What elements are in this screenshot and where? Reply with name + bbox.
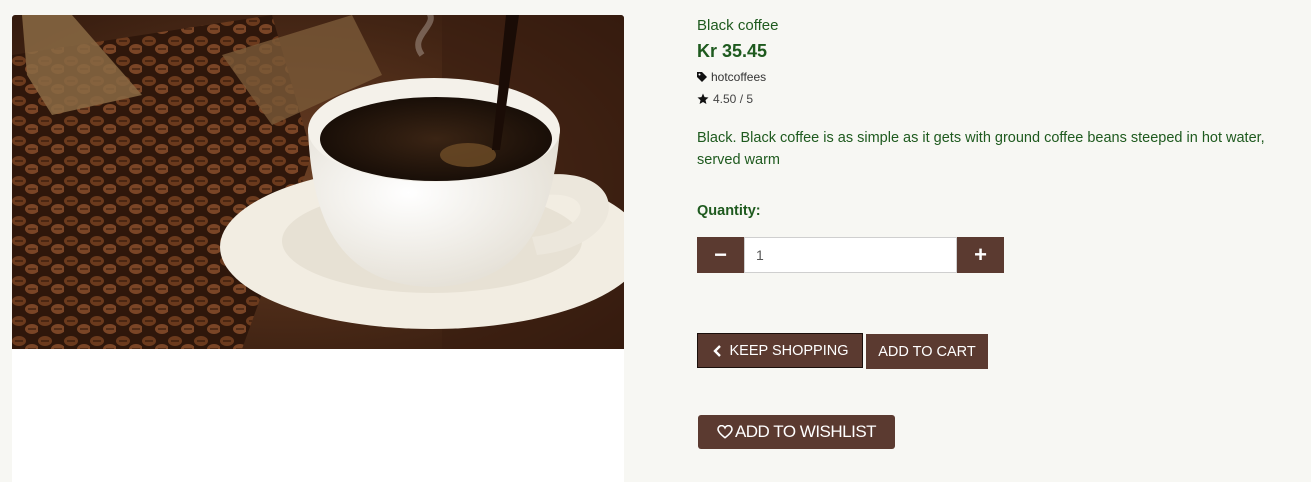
category-label: hotcoffees [711,70,767,84]
rating-value: 4.50 / 5 [713,92,754,106]
tag-icon [697,72,707,82]
product-description: Black. Black coffee is as simple as it g… [697,130,1265,168]
increment-button[interactable]: + [957,237,1004,273]
heart-icon [717,425,733,439]
chevron-left-icon [712,344,721,357]
quantity-label: Quantity: [697,203,761,219]
product-image-card [12,15,624,482]
add-to-wishlist-label: Add to Wishlist [734,422,877,441]
quantity-stepper: − + [697,237,1004,273]
product-name: Black coffee [697,17,779,34]
add-to-wishlist-button[interactable]: Add to Wishlist [698,415,895,449]
quantity-input[interactable] [744,237,957,273]
product-price: Kr 35.45 [697,41,768,61]
keep-shopping-label: Keep Shopping [729,342,849,359]
keep-shopping-button[interactable]: Keep Shopping [697,333,863,368]
product-rating: 4.50 / 5 [697,92,753,106]
star-icon [697,93,709,104]
decrement-button[interactable]: − [697,237,744,273]
product-image [12,15,624,349]
add-to-cart-label: Add to Cart [878,343,976,360]
product-category[interactable]: hotcoffees [697,70,766,84]
add-to-cart-button[interactable]: Add to Cart [866,334,988,369]
